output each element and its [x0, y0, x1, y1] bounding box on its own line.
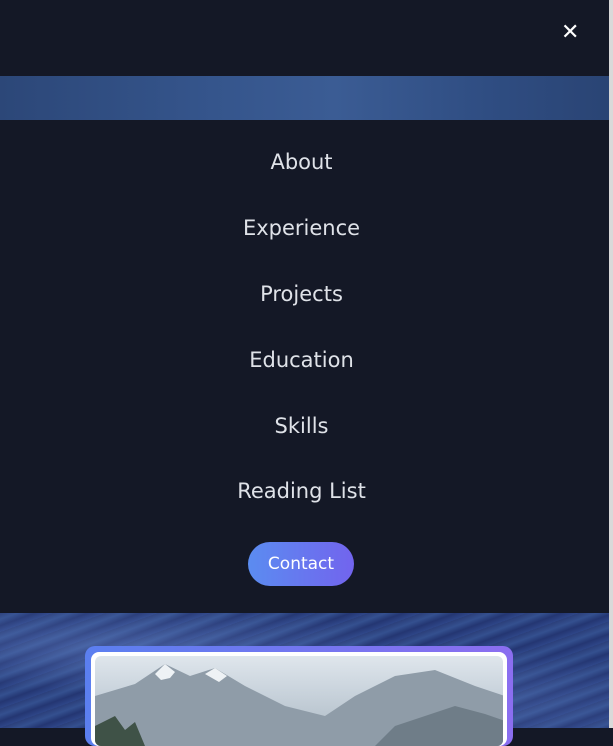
profile-image-frame	[91, 652, 507, 746]
nav-item-about[interactable]: About	[0, 149, 603, 175]
nav-item-education[interactable]: Education	[0, 347, 603, 373]
nav-item-reading-list[interactable]: Reading List	[0, 478, 603, 504]
profile-image-card	[85, 646, 513, 746]
top-bar: ✕	[0, 0, 609, 76]
nav-item-experience[interactable]: Experience	[0, 215, 603, 241]
nav-item-projects[interactable]: Projects	[0, 281, 603, 307]
mountain-photo	[95, 656, 503, 746]
mobile-nav-menu: About Experience Projects Education Skil…	[0, 120, 609, 613]
contact-button[interactable]: Contact	[248, 542, 354, 586]
nav-item-skills[interactable]: Skills	[0, 413, 603, 439]
mountain-illustration	[95, 664, 503, 746]
close-icon[interactable]: ✕	[561, 22, 579, 44]
window-edge	[609, 0, 613, 728]
hero-banner-strip	[0, 76, 609, 120]
